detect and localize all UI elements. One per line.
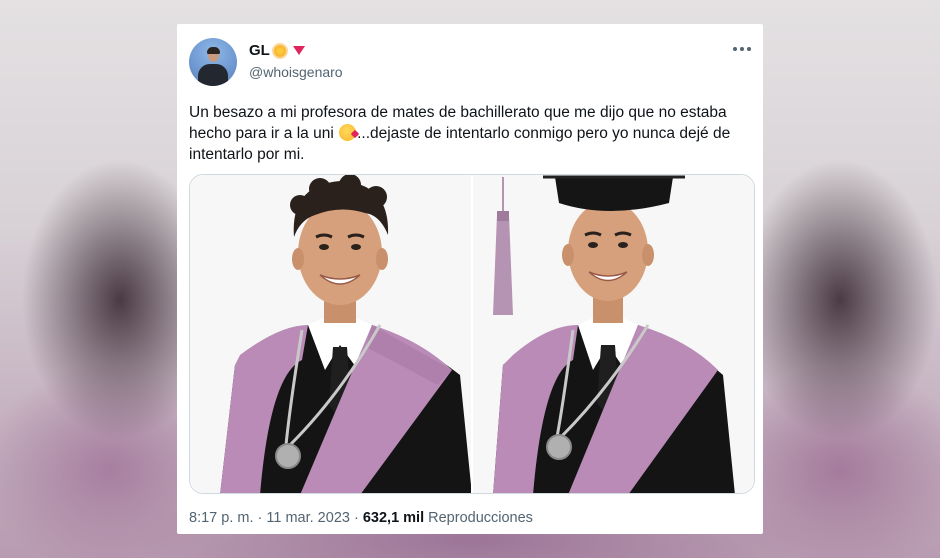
photo-grid[interactable] [189,174,755,494]
views-label: Reproducciones [428,510,533,526]
meta-separator: · [253,510,267,526]
display-name[interactable]: GL [249,42,270,59]
avatar-body [198,64,228,86]
meta-separator-2: · [349,510,363,526]
views-count: 632,1 mil [362,510,425,526]
photo-graduate-left[interactable] [190,175,471,493]
sun-icon [272,43,288,59]
more-icon[interactable] [731,38,753,60]
tweet-card: GL @whoisgenaro Un besazo a mi profesora… [177,24,763,534]
graduate-portrait-illustration [190,175,471,493]
photo-graduate-right-cap[interactable] [473,175,754,493]
heart-icon [292,46,305,55]
author-name-row[interactable]: GL [249,42,305,59]
avatar-hair [207,47,220,54]
graduate-with-cap-illustration [473,175,754,493]
user-handle[interactable]: @whoisgenaro [249,64,343,80]
tweet-text: Un besazo a mi profesora de mates de bac… [189,102,751,165]
tweet-date[interactable]: 11 mar. 2023 [266,510,350,526]
avatar[interactable] [189,38,237,86]
face-blowing-kiss-icon [339,124,357,141]
tweet-meta: 8:17 p. m. · 11 mar. 2023 · 632,1 mil Re… [189,510,533,526]
tweet-time[interactable]: 8:17 p. m. [189,510,253,526]
